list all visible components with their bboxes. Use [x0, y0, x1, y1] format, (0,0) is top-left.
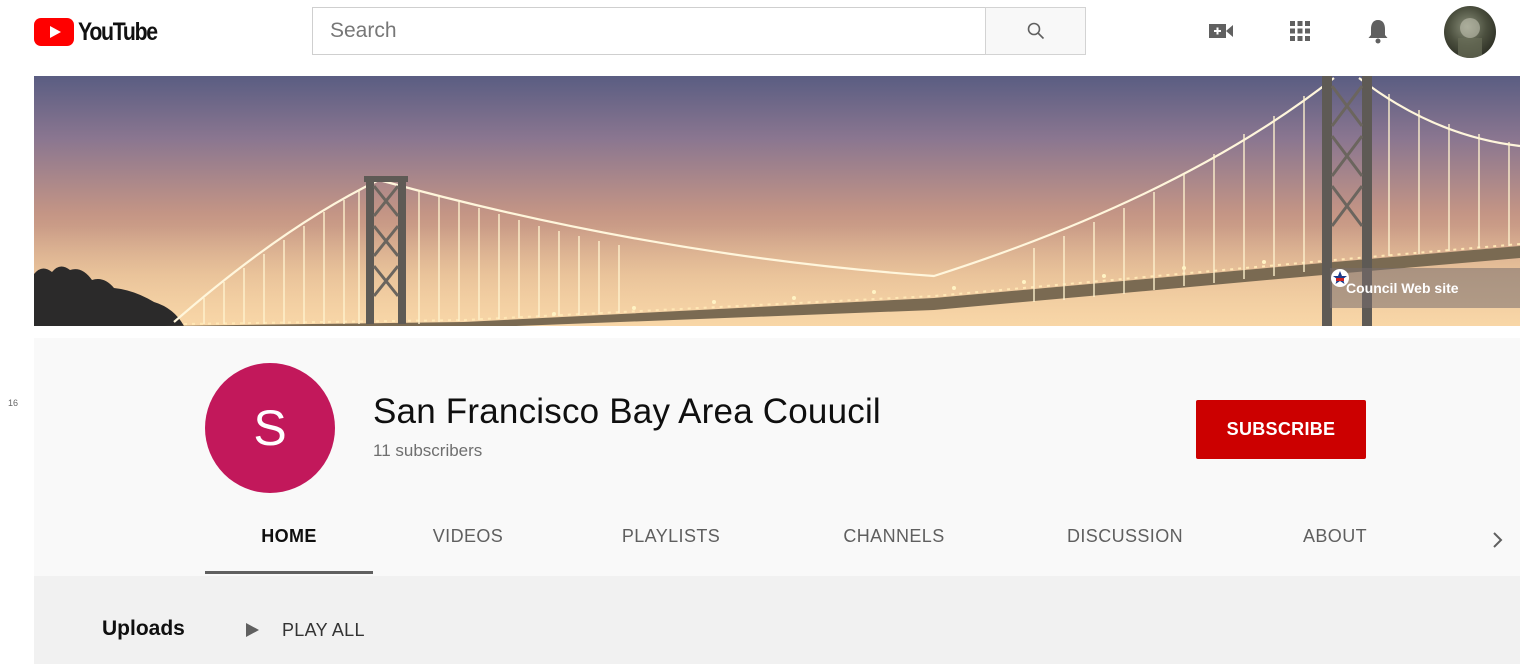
scouts-emblem-icon — [1331, 269, 1349, 287]
search-input[interactable] — [312, 7, 986, 55]
tab-home[interactable]: HOME — [205, 510, 373, 574]
play-icon — [246, 623, 259, 637]
video-camera-icon — [1209, 24, 1233, 38]
play-all-label: PLAY ALL — [282, 619, 365, 640]
tab-playlists[interactable]: PLAYLISTS — [596, 510, 746, 574]
channel-avatar[interactable]: S — [205, 363, 335, 493]
user-photo-icon — [1458, 18, 1482, 58]
council-website-label: Council Web site — [1346, 280, 1459, 296]
user-avatar[interactable] — [1444, 6, 1496, 58]
youtube-play-logo-icon — [34, 18, 74, 46]
side-marker: 16 — [8, 398, 19, 408]
youtube-logo[interactable]: YouTube — [34, 17, 171, 47]
logo-text: YouTube — [78, 17, 158, 46]
tab-channels[interactable]: CHANNELS — [814, 510, 974, 574]
play-all-button[interactable]: PLAY ALL — [244, 610, 365, 650]
tabs-scroll-right-button[interactable] — [1478, 520, 1518, 560]
tab-videos[interactable]: VIDEOS — [395, 510, 541, 574]
notifications-button[interactable] — [1363, 16, 1393, 46]
apps-button[interactable] — [1285, 16, 1315, 46]
masthead: YouTube — [0, 0, 1520, 64]
channel-banner: Council Web site — [34, 76, 1520, 326]
bell-icon — [1368, 20, 1388, 44]
create-video-button[interactable] — [1206, 16, 1236, 46]
search-button[interactable] — [985, 7, 1086, 55]
channel-name: San Francisco Bay Area Couucil — [373, 392, 881, 431]
subscribe-button[interactable]: SUBSCRIBE — [1196, 400, 1366, 459]
chevron-right-icon — [1493, 532, 1503, 548]
subscriber-count: 11 subscribers — [373, 441, 483, 460]
tab-discussion[interactable]: DISCUSSION — [1040, 510, 1210, 574]
uploads-section-title: Uploads — [102, 617, 185, 640]
channel-avatar-letter: S — [253, 400, 287, 456]
search-icon — [1027, 22, 1044, 40]
apps-grid-icon — [1290, 21, 1310, 41]
council-website-link[interactable]: Council Web site — [1330, 268, 1520, 308]
bay-bridge-illustration — [34, 76, 1520, 326]
tab-about[interactable]: ABOUT — [1275, 510, 1395, 574]
